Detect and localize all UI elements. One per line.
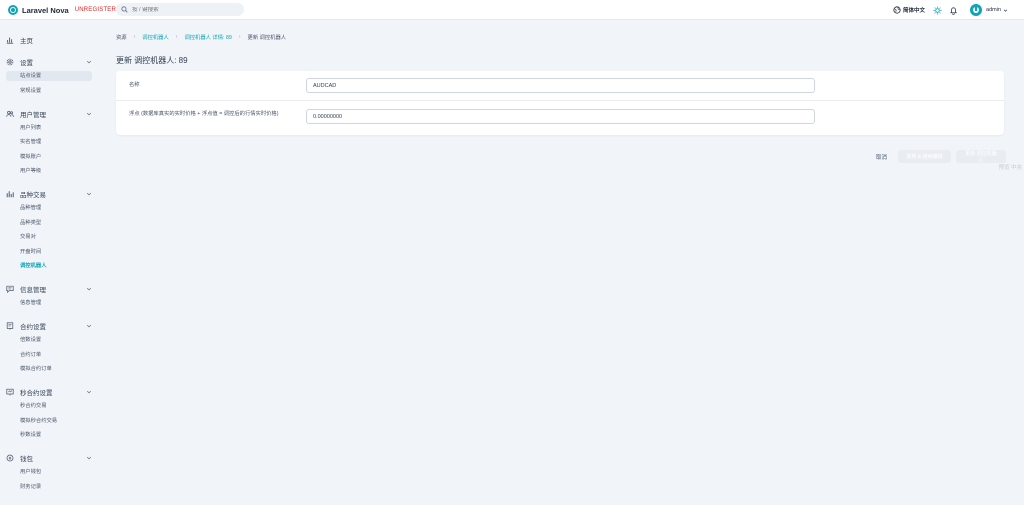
top-bar: Laravel Nova UNREGISTERED 简体中文 admin — [0, 0, 1024, 20]
sidebar-item-pairs[interactable]: 交易对 — [20, 232, 36, 242]
sidebar-item-kyc[interactable]: 实名管理 — [20, 137, 41, 147]
sidebar-section-label: 品种交易 — [20, 192, 46, 199]
chevron-right-icon: › — [175, 34, 178, 40]
chart-bars-icon — [6, 191, 14, 198]
sidebar-item-symbols[interactable]: 品种管理 — [20, 203, 41, 213]
sidebar-section-label: 信息管理 — [20, 287, 46, 294]
contract-icon — [6, 322, 14, 330]
search-input[interactable] — [132, 6, 232, 13]
form-actions: 取消 更新 & 继续编辑 更新 调控机器人 — [876, 150, 1006, 164]
sidebar-section-users[interactable]: 用户管理 — [6, 108, 92, 120]
chevron-down-icon — [86, 390, 92, 394]
sidebar-section-wallet[interactable]: 钱包 — [6, 452, 92, 464]
breadcrumb-current: 更新 调控机器人 — [247, 35, 287, 41]
bell-icon[interactable] — [949, 6, 958, 15]
chevron-down-icon — [86, 324, 92, 328]
language-switcher[interactable]: 简体中文 — [893, 6, 925, 14]
sidebar-section-label: 钱包 — [20, 456, 33, 463]
seconds-contract-icon — [6, 388, 14, 396]
sidebar-section-trading[interactable]: 品种交易 — [6, 188, 92, 200]
brand[interactable]: Laravel Nova UNREGISTERED — [8, 4, 125, 16]
sidebar-item-general-settings[interactable]: 常规设置 — [20, 86, 41, 96]
float-field-label: 浮点 (数据库真实的实时价格 + 浮点值 = 调控后的行情实时价格) — [129, 111, 279, 117]
message-icon — [6, 285, 14, 293]
cancel-button[interactable]: 取消 — [876, 153, 887, 161]
chevron-right-icon: › — [238, 34, 241, 40]
sidebar-section-label: 设置 — [20, 60, 33, 67]
nova-logo-icon — [8, 5, 18, 15]
watermark: 预览 中央 — [998, 165, 1022, 171]
page-title: 更新 调控机器人: 89 — [116, 56, 188, 65]
chevron-down-icon — [86, 192, 92, 196]
sidebar: 主页 设置 站点设置 常规设置 用户管理 用户列表 实名管理 模拟账户 用户等级… — [0, 20, 100, 505]
chevron-down-icon — [86, 287, 92, 291]
search-icon — [121, 6, 128, 13]
chevron-right-icon: › — [133, 34, 136, 40]
sidebar-item-symbol-types[interactable]: 品种类型 — [20, 218, 41, 228]
sidebar-item-user-wallets[interactable]: 用户钱包 — [20, 467, 41, 477]
chevron-down-icon — [86, 60, 92, 64]
sidebar-item-multiplier-settings[interactable]: 倍数设置 — [20, 335, 41, 345]
chevron-down-icon — [86, 112, 92, 116]
sidebar-item-control-robot[interactable]: 调控机器人 — [20, 261, 47, 271]
sidebar-section-home[interactable]: 主页 — [6, 34, 92, 46]
sidebar-item-message-management[interactable]: 信息管理 — [20, 298, 41, 308]
global-search[interactable] — [116, 3, 244, 16]
gear-icon — [6, 58, 14, 66]
edit-form-card: 名称 浮点 (数据库真实的实时价格 + 浮点值 = 调控后的行情实时价格) — [116, 71, 1004, 135]
sidebar-item-demo-accounts[interactable]: 模拟账户 — [20, 152, 41, 162]
sidebar-item-contract-orders[interactable]: 合约订单 — [20, 350, 41, 360]
users-icon — [6, 110, 14, 117]
breadcrumb-robot-detail[interactable]: 调控机器人 详情: 89 — [184, 33, 231, 41]
sidebar-item-user-levels[interactable]: 用户等级 — [20, 166, 41, 176]
sidebar-section-label: 秒合约设置 — [20, 390, 53, 397]
user-name: admin — [986, 7, 1001, 13]
field-divider — [116, 100, 1004, 101]
bar-chart-icon — [6, 37, 14, 44]
sidebar-section-seconds-contracts[interactable]: 秒合约设置 — [6, 386, 92, 398]
sidebar-section-label: 主页 — [20, 38, 33, 45]
sidebar-section-messages[interactable]: 信息管理 — [6, 283, 92, 295]
sidebar-item-user-list[interactable]: 用户列表 — [20, 123, 41, 133]
sidebar-item-seconds-trades[interactable]: 秒合约交易 — [20, 401, 47, 411]
sidebar-section-contracts[interactable]: 合约设置 — [6, 320, 92, 332]
avatar — [970, 4, 983, 16]
sidebar-item-open-hours[interactable]: 开盘时间 — [20, 247, 41, 257]
chevron-down-icon — [1003, 9, 1008, 12]
top-right-controls: 简体中文 admin — [893, 0, 1024, 20]
brand-name: Laravel Nova — [22, 5, 69, 15]
sidebar-item-seconds-settings[interactable]: 秒数设置 — [20, 430, 41, 440]
sidebar-item-demo-contract-orders[interactable]: 模拟合约订单 — [20, 364, 52, 374]
breadcrumb-control-robot[interactable]: 调控机器人 — [142, 33, 169, 41]
name-field[interactable] — [306, 78, 815, 93]
float-field[interactable] — [306, 109, 815, 124]
sidebar-section-label: 合约设置 — [20, 324, 46, 331]
user-menu[interactable]: admin — [970, 4, 1008, 16]
sidebar-section-settings[interactable]: 设置 — [6, 56, 92, 68]
breadcrumb: 资源 › 调控机器人 › 调控机器人 详情: 89 › 更新 调控机器人 — [116, 33, 286, 41]
sidebar-item-demo-seconds-trades[interactable]: 模拟秒合约交易 — [20, 416, 57, 426]
chevron-down-icon — [86, 456, 92, 460]
wallet-icon — [6, 454, 14, 462]
breadcrumb-resources[interactable]: 资源 — [116, 33, 127, 41]
sidebar-item-site-settings[interactable]: 站点设置 — [6, 71, 92, 81]
theme-sun-icon[interactable] — [933, 5, 942, 15]
language-label: 简体中文 — [903, 8, 926, 14]
globe-icon — [893, 6, 901, 14]
name-field-label: 名称 — [129, 82, 140, 88]
sidebar-item-finance-records[interactable]: 财务记录 — [20, 482, 41, 492]
sidebar-section-label: 用户管理 — [20, 112, 46, 119]
update-and-continue-button[interactable]: 更新 & 继续编辑 — [898, 150, 951, 163]
update-button[interactable]: 更新 调控机器人 — [956, 150, 1006, 164]
